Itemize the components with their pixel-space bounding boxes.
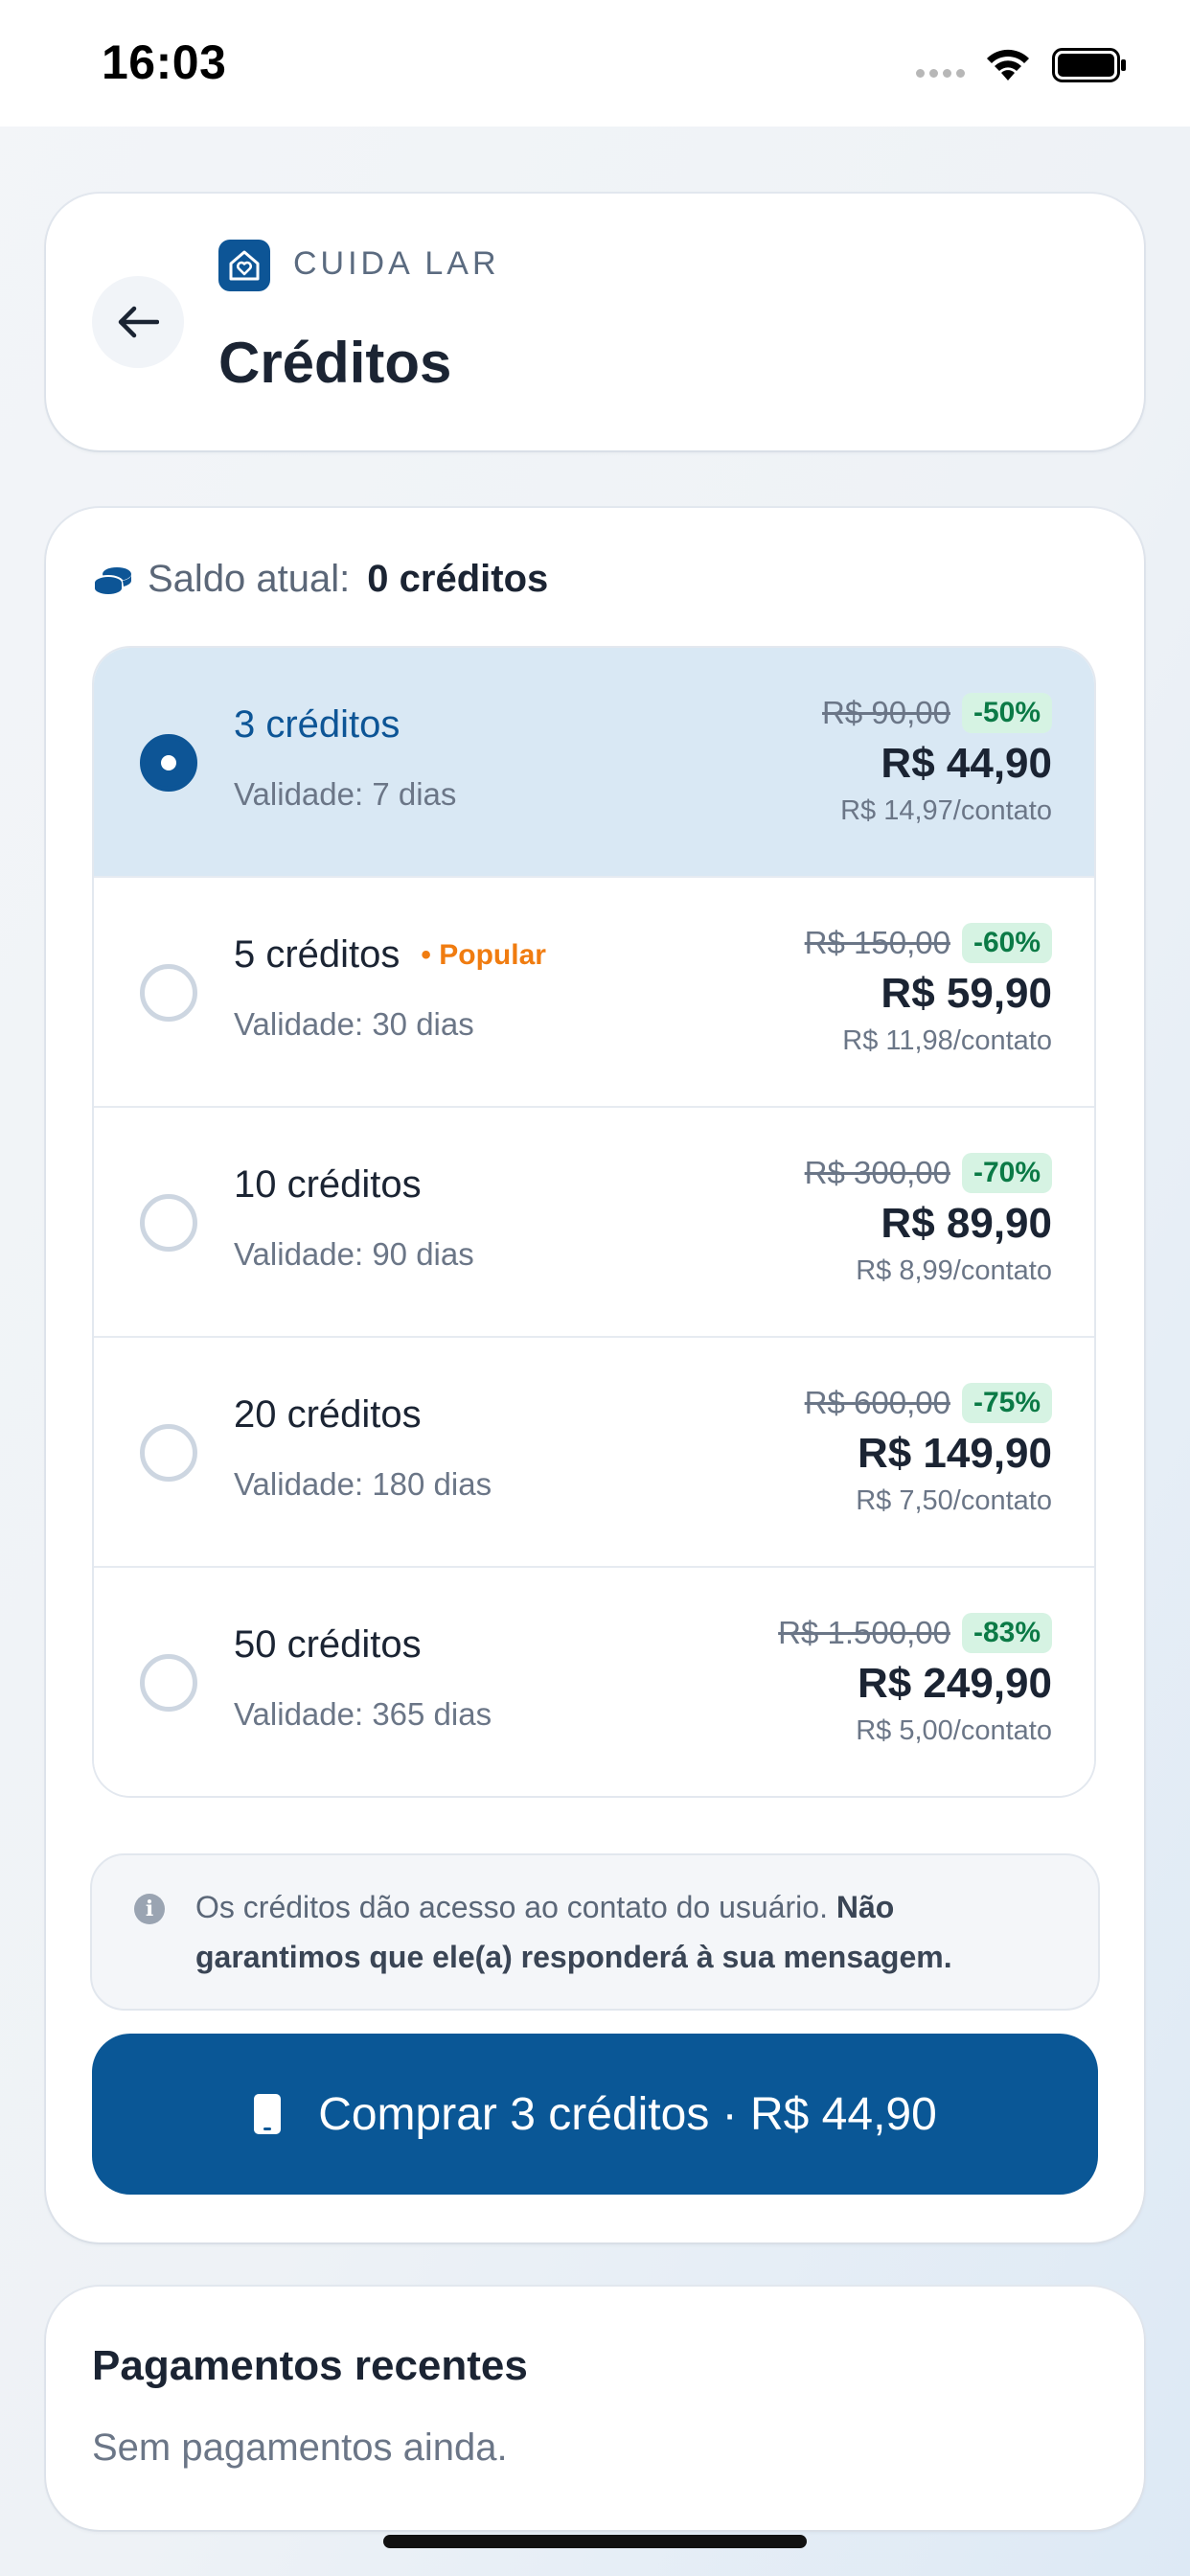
payments-card: Pagamentos recentes Sem pagamentos ainda… (46, 2287, 1144, 2530)
discount-badge: -75% (961, 1383, 1052, 1423)
price-block: R$ 90,00 -50% R$ 44,90 R$ 14,97/contato (822, 690, 1052, 827)
home-indicator[interactable] (383, 2535, 807, 2548)
package-option[interactable]: 10 créditos Validade: 90 dias R$ 300,00-… (94, 1108, 1094, 1338)
info-icon: i (134, 1894, 165, 1924)
credits-card: Saldo atual: 0 créditos 3 créditos Valid… (46, 508, 1144, 2242)
radio-button[interactable] (140, 1194, 197, 1252)
status-time: 16:03 (102, 35, 227, 89)
package-validity: Validade: 7 dias (234, 776, 457, 812)
package-validity: Validade: 90 dias (234, 1236, 474, 1272)
balance-label: Saldo atual: (148, 558, 351, 600)
price-per-contact: R$ 11,98/contato (842, 1025, 1052, 1056)
house-heart-icon (229, 250, 260, 281)
old-price: R$ 600,00 (804, 1385, 950, 1420)
info-text: Os créditos dão acesso ao contato do usu… (195, 1882, 1039, 1982)
discount-badge: -83% (961, 1613, 1052, 1653)
package-option[interactable]: 20 créditos Validade: 180 dias R$ 600,00… (94, 1338, 1094, 1568)
old-price: R$ 1.500,00 (778, 1615, 950, 1650)
discount-badge: -60% (961, 923, 1052, 963)
package-option[interactable]: 3 créditos Validade: 7 dias R$ 90,00 -50%… (94, 648, 1094, 878)
balance-value: 0 créditos (367, 558, 549, 600)
package-price: R$ 249,90 (857, 1660, 1052, 1707)
price-block: R$ 1.500,00 -83% R$ 249,90 R$ 5,00/contat… (778, 1610, 1052, 1747)
package-title: 10 créditos (234, 1163, 422, 1206)
package-price: R$ 149,90 (857, 1430, 1052, 1477)
info-notice: i Os créditos dão acesso ao contato do u… (90, 1853, 1100, 2011)
package-price: R$ 89,90 (881, 1200, 1052, 1247)
package-price: R$ 59,90 (881, 970, 1052, 1017)
package-list: 3 créditos Validade: 7 dias R$ 90,00 -50%… (92, 646, 1096, 1798)
status-bar: 16:03 (0, 0, 1190, 126)
radio-button[interactable] (140, 734, 197, 792)
price-per-contact: R$ 7,50/contato (856, 1485, 1052, 1516)
balance-row: Saldo atual: 0 créditos (92, 558, 548, 601)
package-validity: Validade: 180 dias (234, 1466, 492, 1502)
price-block: R$ 150,00 -60% R$ 59,90 R$ 11,98/contato (805, 920, 1052, 1057)
page-title: Créditos (218, 331, 452, 395)
package-title: 20 créditos (234, 1393, 422, 1436)
price-per-contact: R$ 8,99/contato (856, 1255, 1052, 1286)
price-block: R$ 600,00 -75% R$ 149,90 R$ 7,50/contato (805, 1380, 1052, 1517)
package-title: 5 créditos (234, 933, 400, 976)
wifi-icon (987, 49, 1029, 80)
buy-button[interactable]: Comprar 3 créditos · R$ 44,90 (92, 2034, 1098, 2195)
info-text-regular: Os créditos dão acesso ao contato do usu… (195, 1890, 828, 1924)
radio-button[interactable] (140, 1424, 197, 1482)
coins-icon (93, 566, 131, 596)
package-option[interactable]: 50 créditos Validade: 365 dias R$ 1.500,… (94, 1568, 1094, 1796)
discount-badge: -50% (961, 693, 1052, 733)
radio-button[interactable] (140, 964, 197, 1022)
signal-icon (916, 69, 965, 78)
back-button[interactable] (92, 276, 184, 368)
old-price: R$ 150,00 (804, 925, 950, 960)
package-validity: Validade: 30 dias (234, 1006, 474, 1042)
package-option[interactable]: 5 créditos • Popular Validade: 30 dias R$… (94, 878, 1094, 1108)
discount-badge: -70% (961, 1153, 1052, 1193)
battery-icon (1052, 48, 1126, 82)
payments-title: Pagamentos recentes (92, 2342, 528, 2389)
price-per-contact: R$ 14,97/contato (840, 795, 1052, 826)
header-card: CUIDA LAR Créditos (46, 194, 1144, 450)
package-price: R$ 44,90 (881, 740, 1052, 787)
radio-button[interactable] (140, 1654, 197, 1712)
price-per-contact: R$ 5,00/contato (856, 1715, 1052, 1746)
package-title: 50 créditos (234, 1623, 422, 1666)
phone-icon (254, 2094, 282, 2134)
old-price: R$ 90,00 (822, 695, 950, 730)
buy-button-label: Comprar 3 créditos · R$ 44,90 (318, 2088, 937, 2140)
back-arrow-icon (118, 306, 159, 338)
brand-name: CUIDA LAR (293, 245, 500, 282)
brand-logo (218, 240, 270, 291)
popular-badge: • Popular (421, 938, 546, 971)
price-block: R$ 300,00 -70% R$ 89,90 R$ 8,99/contato (805, 1150, 1052, 1287)
package-validity: Validade: 365 dias (234, 1696, 492, 1732)
payments-empty-state: Sem pagamentos ainda. (92, 2426, 508, 2469)
old-price: R$ 300,00 (804, 1155, 950, 1190)
package-title: 3 créditos (234, 703, 400, 746)
